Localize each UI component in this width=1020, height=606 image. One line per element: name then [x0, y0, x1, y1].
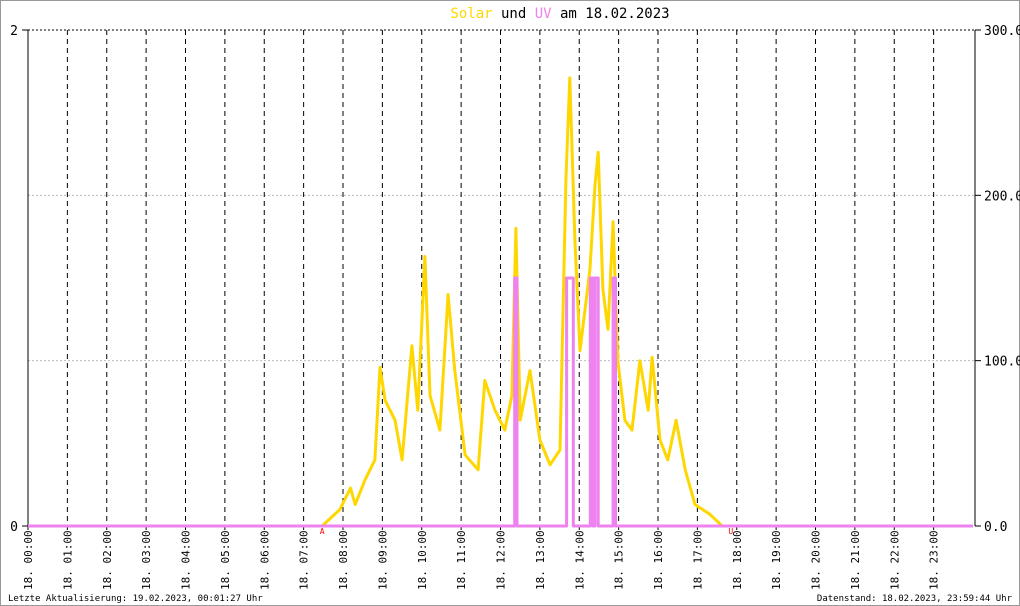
x-tick-label: 18. 03:00 [140, 530, 153, 590]
x-tick-label: 18. 16:00 [652, 530, 665, 590]
x-tick-label: 18. 15:00 [613, 530, 626, 590]
x-tick-label: 18. 00:00 [22, 530, 35, 590]
title-part-1: und [493, 6, 535, 22]
x-tick-label: 18. 06:00 [258, 530, 271, 590]
right-tick-label: 300.0 [984, 24, 1020, 39]
x-tick-label: 18. 17:00 [691, 530, 704, 590]
left-tick-label: 2 [10, 24, 18, 39]
x-tick-label: 18. 22:00 [888, 530, 901, 590]
x-tick-label: 18. 08:00 [337, 530, 350, 590]
title-part-2: UV [535, 6, 552, 22]
left-tick-label: 0 [10, 520, 18, 535]
x-tick-label: 18. 20:00 [810, 530, 823, 590]
x-tick-label: 18. 02:00 [101, 530, 114, 590]
x-tick-label: 18. 19:00 [770, 530, 783, 590]
title-part-0: Solar [450, 6, 492, 22]
right-tick-label: 100.0 [984, 355, 1020, 370]
marker-a: A [320, 527, 325, 536]
footer-last-update: Letzte Aktualisierung: 19.02.2023, 00:01… [8, 594, 263, 604]
x-tick-label: 18. 23:00 [928, 530, 941, 590]
chart-title: Solar und UV am 18.02.2023 [450, 6, 669, 22]
x-tick-label: 18. 12:00 [495, 530, 508, 590]
footer-data-status: Datenstand: 18.02.2023, 23:59:44 Uhr [817, 594, 1013, 604]
x-tick-label: 18. 09:00 [376, 530, 389, 590]
x-tick-label: 18. 18:00 [731, 530, 744, 590]
x-tick-label: 18. 05:00 [219, 530, 232, 590]
x-tick-label: 18. 01:00 [61, 530, 74, 590]
x-tick-label: 18. 11:00 [455, 530, 468, 590]
x-tick-label: 18. 07:00 [298, 530, 311, 590]
x-tick-label: 18. 21:00 [849, 530, 862, 590]
x-tick-label: 18. 14:00 [573, 530, 586, 590]
title-part-3: am 18.02.2023 [552, 6, 670, 22]
right-tick-label: 200.0 [984, 189, 1020, 204]
x-tick-label: 18. 04:00 [180, 530, 193, 590]
x-tick-label: 18. 13:00 [534, 530, 547, 590]
solar-uv-chart: Solar und UV am 18.02.2023 2 0 300.0 200.0 1… [0, 0, 1020, 606]
frame [0, 0, 1020, 606]
right-tick-label: 0.0 [984, 520, 1007, 535]
x-tick-label: 18. 10:00 [416, 530, 429, 590]
